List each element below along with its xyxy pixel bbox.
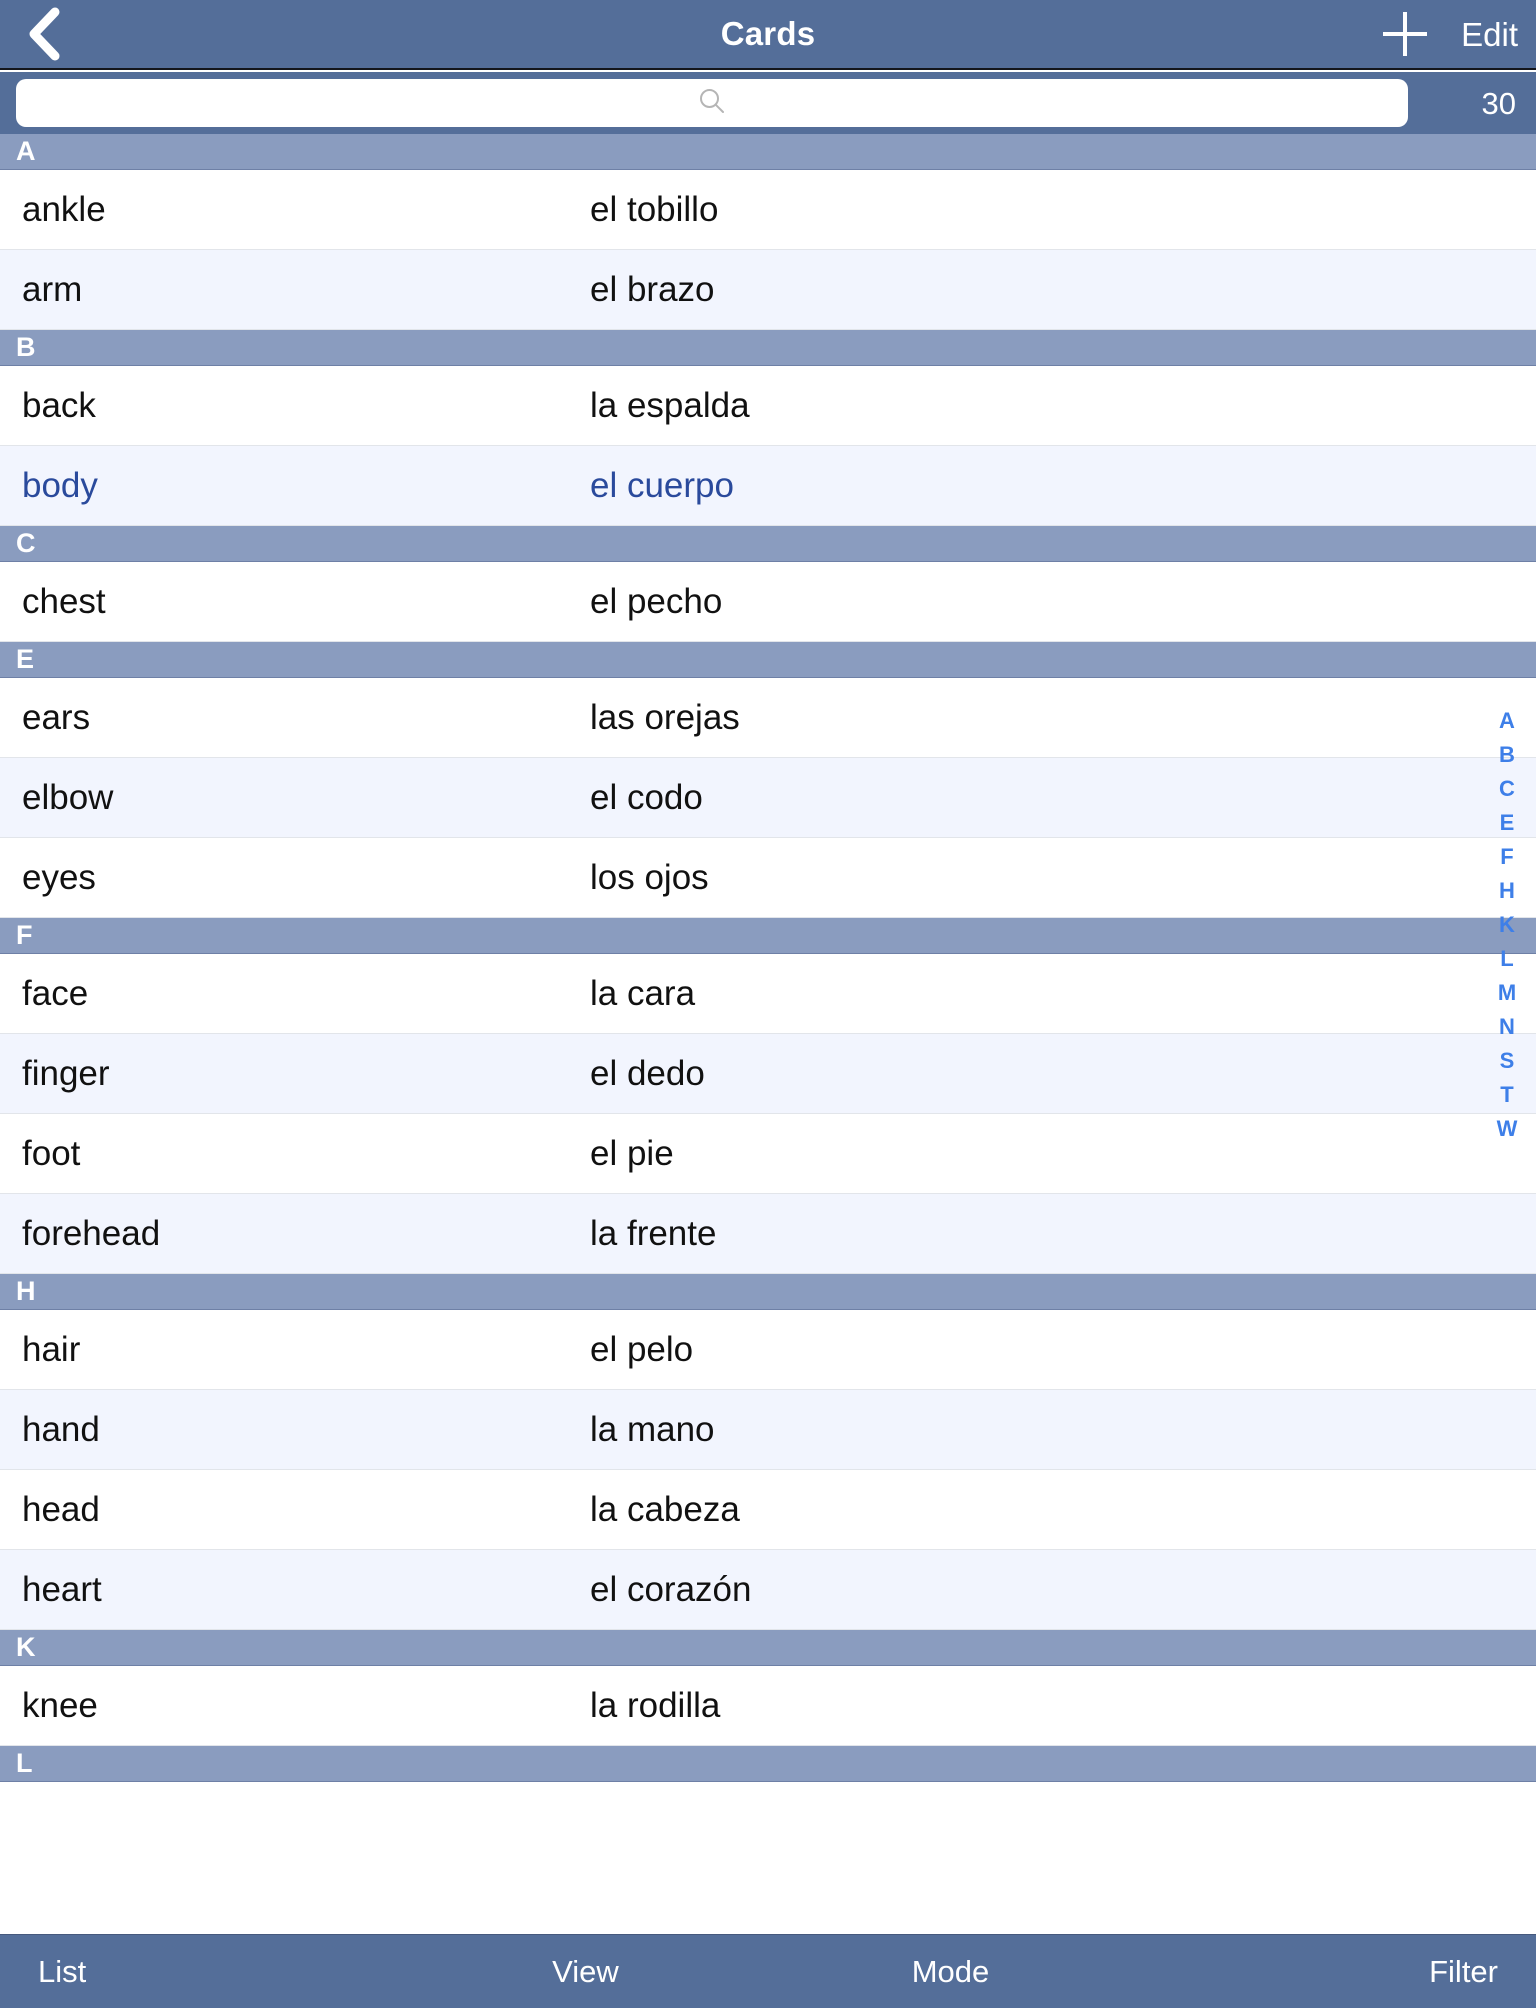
table-row[interactable]: heart el corazón bbox=[0, 1550, 1536, 1630]
card-term: ankle bbox=[22, 190, 106, 229]
index-letter-t[interactable]: T bbox=[1500, 1084, 1513, 1106]
card-translation: las orejas bbox=[590, 698, 740, 737]
card-term: forehead bbox=[22, 1214, 161, 1253]
table-row[interactable]: head la cabeza bbox=[0, 1470, 1536, 1550]
section-header-letter: F bbox=[16, 920, 33, 950]
card-translation: la cara bbox=[590, 974, 696, 1013]
section-header-letter: E bbox=[16, 644, 35, 674]
search-bar: 30 bbox=[0, 72, 1536, 134]
card-translation: el corazón bbox=[590, 1570, 752, 1609]
alphabet-index[interactable]: ABCEFHKLMNSTW bbox=[1478, 710, 1536, 1140]
card-term: body bbox=[22, 466, 98, 505]
section-header-letter: B bbox=[16, 332, 36, 362]
index-letter-s[interactable]: S bbox=[1500, 1050, 1515, 1072]
search-field[interactable] bbox=[16, 79, 1408, 127]
card-term: finger bbox=[22, 1054, 110, 1093]
index-letter-e[interactable]: E bbox=[1500, 812, 1515, 834]
toolbar-item-mode[interactable]: Mode bbox=[768, 1956, 1133, 1987]
index-letter-c[interactable]: C bbox=[1499, 778, 1515, 800]
section-header-k: K bbox=[0, 1630, 1536, 1666]
page-title: Cards bbox=[720, 15, 816, 52]
card-translation: el pie bbox=[590, 1134, 674, 1173]
table-row[interactable]: foot el pie bbox=[0, 1114, 1536, 1194]
edit-button[interactable]: Edit bbox=[1461, 18, 1518, 51]
section-header-l: L bbox=[0, 1746, 1536, 1782]
index-letter-l[interactable]: L bbox=[1500, 948, 1513, 970]
card-term: back bbox=[22, 386, 96, 425]
plus-icon[interactable] bbox=[1383, 12, 1428, 56]
card-term: arm bbox=[22, 270, 83, 309]
toolbar-item-list[interactable]: List bbox=[0, 1956, 403, 1987]
table-row[interactable]: ankle el tobillo bbox=[0, 170, 1536, 250]
bottom-toolbar: List View Mode Filter bbox=[0, 1934, 1536, 2008]
card-term: ears bbox=[22, 698, 91, 737]
card-translation: el codo bbox=[590, 778, 703, 817]
card-translation: el tobillo bbox=[590, 190, 719, 229]
card-term: head bbox=[22, 1490, 100, 1529]
card-term: hand bbox=[22, 1410, 100, 1449]
navigation-bar: Cards Edit bbox=[0, 0, 1536, 70]
navbar-actions: Edit bbox=[1383, 0, 1518, 68]
table-row[interactable]: face la cara bbox=[0, 954, 1536, 1034]
index-letter-m[interactable]: M bbox=[1498, 982, 1516, 1004]
index-letter-k[interactable]: K bbox=[1499, 914, 1515, 936]
toolbar-item-filter[interactable]: Filter bbox=[1133, 1956, 1536, 1987]
index-letter-b[interactable]: B bbox=[1499, 744, 1515, 766]
cards-list-body: Aankle el tobillo arm el brazo Bback la espal… bbox=[0, 134, 1536, 1782]
section-header-e: E bbox=[0, 642, 1536, 678]
card-translation: la espalda bbox=[590, 386, 750, 425]
section-header-a: A bbox=[0, 134, 1536, 170]
card-term: knee bbox=[22, 1686, 98, 1725]
section-header-letter: H bbox=[16, 1276, 36, 1306]
card-translation: la mano bbox=[590, 1410, 715, 1449]
table-row[interactable]: chest el pecho bbox=[0, 562, 1536, 642]
index-letter-a[interactable]: A bbox=[1499, 710, 1515, 732]
cards-list[interactable]: Aankle el tobillo arm el brazo Bback la espal… bbox=[0, 134, 1536, 1874]
toolbar-item-view[interactable]: View bbox=[403, 1956, 768, 1987]
card-term: heart bbox=[22, 1570, 102, 1609]
table-row[interactable]: back la espalda bbox=[0, 366, 1536, 446]
table-row[interactable]: body el cuerpo bbox=[0, 446, 1536, 526]
card-term: foot bbox=[22, 1134, 81, 1173]
table-row[interactable]: elbow el codo bbox=[0, 758, 1536, 838]
index-letter-h[interactable]: H bbox=[1499, 880, 1515, 902]
table-row[interactable]: finger el dedo bbox=[0, 1034, 1536, 1114]
section-header-letter: K bbox=[16, 1632, 36, 1662]
table-row[interactable]: eyes los ojos bbox=[0, 838, 1536, 918]
section-header-letter: C bbox=[16, 528, 36, 558]
card-translation: el dedo bbox=[590, 1054, 705, 1093]
card-term: face bbox=[22, 974, 89, 1013]
section-header-b: B bbox=[0, 330, 1536, 366]
section-header-f: F bbox=[0, 918, 1536, 954]
section-header-letter: L bbox=[16, 1748, 33, 1778]
card-translation: el pelo bbox=[590, 1330, 694, 1369]
table-row[interactable]: ears las orejas bbox=[0, 678, 1536, 758]
section-header-c: C bbox=[0, 526, 1536, 562]
card-term: hair bbox=[22, 1330, 81, 1369]
card-count: 30 bbox=[1481, 85, 1516, 121]
table-row[interactable]: knee la rodilla bbox=[0, 1666, 1536, 1746]
table-row[interactable]: forehead la frente bbox=[0, 1194, 1536, 1274]
cards-screen: Cards Edit 30 Aankle el tobillo arm el braz… bbox=[0, 0, 1536, 2008]
card-term: eyes bbox=[22, 858, 96, 897]
section-header-h: H bbox=[0, 1274, 1536, 1310]
card-translation: la cabeza bbox=[590, 1490, 740, 1529]
table-row[interactable]: hand la mano bbox=[0, 1390, 1536, 1470]
table-row[interactable]: arm el brazo bbox=[0, 250, 1536, 330]
card-translation: el brazo bbox=[590, 270, 715, 309]
section-header-letter: A bbox=[16, 136, 36, 166]
search-input[interactable] bbox=[16, 79, 1408, 127]
index-letter-w[interactable]: W bbox=[1497, 1118, 1518, 1140]
card-term: elbow bbox=[22, 778, 114, 817]
card-translation: la rodilla bbox=[590, 1686, 721, 1725]
index-letter-f[interactable]: F bbox=[1500, 846, 1513, 868]
card-term: chest bbox=[22, 582, 106, 621]
table-row[interactable]: hair el pelo bbox=[0, 1310, 1536, 1390]
index-letter-n[interactable]: N bbox=[1499, 1016, 1515, 1038]
card-translation: el cuerpo bbox=[590, 466, 734, 505]
card-translation: el pecho bbox=[590, 582, 723, 621]
card-translation: la frente bbox=[590, 1214, 717, 1253]
card-translation: los ojos bbox=[590, 858, 709, 897]
